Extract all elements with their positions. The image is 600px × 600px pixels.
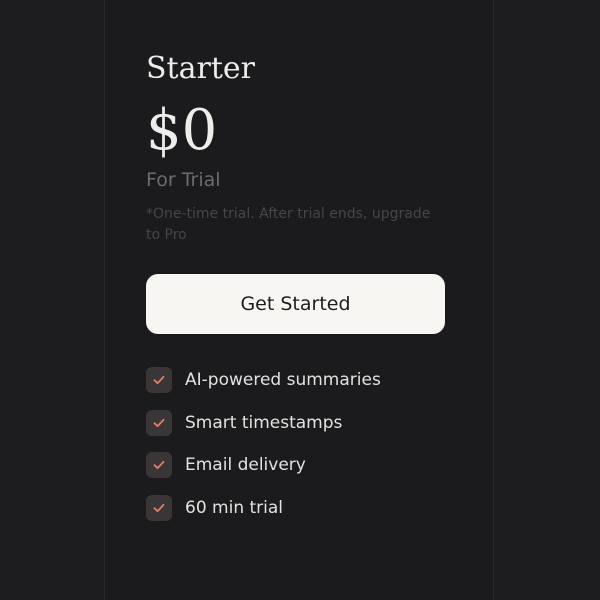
trial-note: *One-time trial. After trial ends, upgra… <box>146 206 431 243</box>
check-icon <box>146 452 172 478</box>
plan-price: $0 <box>146 98 218 163</box>
plan-period: For Trial <box>146 169 221 191</box>
check-icon <box>146 409 172 436</box>
feature-item: Smart timestamps <box>146 409 381 437</box>
feature-item: 60 min trial <box>146 494 381 522</box>
check-icon <box>146 367 172 393</box>
feature-list: AI-powered summaries Smart timestamps Em… <box>146 366 381 536</box>
feature-label: Smart timestamps <box>185 412 343 433</box>
feature-label: 60 min trial <box>185 497 284 518</box>
feature-item: AI-powered summaries <box>146 366 381 394</box>
check-icon <box>146 494 172 521</box>
feature-label: AI-powered summaries <box>185 370 381 390</box>
get-started-button[interactable]: Get Started <box>146 274 445 334</box>
feature-label: Email delivery <box>185 455 306 475</box>
plan-name: Starter <box>146 51 255 86</box>
feature-item: Email delivery <box>146 451 381 479</box>
